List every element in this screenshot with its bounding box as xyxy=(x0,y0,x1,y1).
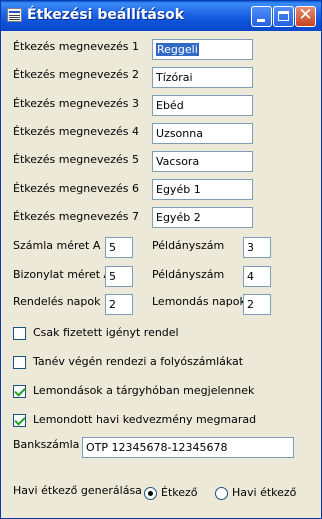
title-bar[interactable]: Étkezési beállítások ✕ xyxy=(1,1,321,31)
radio-monthly-eater[interactable] xyxy=(215,487,228,500)
bank-account-label: Bankszámla xyxy=(13,438,80,451)
settings-window: Étkezési beállítások ✕ Étkezés megnevezé… xyxy=(0,0,322,519)
invoice-copies-label: Példányszám xyxy=(152,239,225,252)
meal-label-6: Étkezés megnevezés 6 xyxy=(13,182,140,195)
radio-meal-eater-label: Étkező xyxy=(161,486,198,499)
invoice-size-label: Számla méret A xyxy=(13,239,101,252)
meal-label-7: Étkezés megnevezés 7 xyxy=(13,210,140,223)
discount-kept-checkbox[interactable] xyxy=(13,414,26,427)
close-icon: ✕ xyxy=(298,5,313,25)
paid-only-label: Csak fizetett igényt rendel xyxy=(33,326,179,339)
order-days-label: Rendelés napok xyxy=(13,295,101,308)
cancellations-show-label: Lemondások a tárgyhóban megjelennek xyxy=(33,384,255,397)
meal-label-5: Étkezés megnevezés 5 xyxy=(13,153,140,166)
year-end-settle-label: Tanév végén rendezi a folyószámlákat xyxy=(33,355,244,368)
meal-name-input-3[interactable]: Ebéd xyxy=(152,95,253,116)
invoice-size-input[interactable]: 5 xyxy=(105,237,133,258)
cancellations-show-checkbox[interactable] xyxy=(13,385,26,398)
meal-name-input-6[interactable]: Egyéb 1 xyxy=(152,179,253,200)
paid-only-checkbox[interactable] xyxy=(13,327,26,340)
app-icon xyxy=(7,8,22,22)
meal-name-input-2[interactable]: Tízórai xyxy=(152,67,253,88)
order-days-input[interactable]: 2 xyxy=(105,294,133,315)
maximize-button[interactable] xyxy=(273,6,294,27)
meal-name-input-5[interactable]: Vacsora xyxy=(152,151,253,172)
meal-name-input-4[interactable]: Uzsonna xyxy=(152,123,253,144)
invoice-copies-input[interactable]: 3 xyxy=(243,237,271,258)
cancel-days-input[interactable]: 2 xyxy=(243,294,271,315)
window-title: Étkezési beállítások xyxy=(27,7,185,23)
meal-label-3: Étkezés megnevezés 3 xyxy=(13,97,140,110)
year-end-settle-checkbox[interactable] xyxy=(13,356,26,369)
discount-kept-label: Lemondott havi kedvezmény megmarad xyxy=(33,413,257,426)
close-button[interactable]: ✕ xyxy=(295,5,316,27)
receipt-size-input[interactable]: 5 xyxy=(105,266,133,287)
radio-meal-eater[interactable] xyxy=(144,487,157,500)
minimize-button[interactable] xyxy=(251,6,272,27)
generation-label: Havi étkező generálása xyxy=(13,484,142,497)
meal-label-4: Étkezés megnevezés 4 xyxy=(13,125,140,138)
radio-monthly-eater-label: Havi étkező xyxy=(232,486,297,499)
meal-name-value-1: Reggeli xyxy=(156,43,199,56)
meal-name-input-1[interactable]: Reggeli xyxy=(152,39,253,60)
cancel-days-label: Lemondás napok xyxy=(152,295,246,308)
receipt-size-label: Bizonylat méret A xyxy=(13,268,112,281)
meal-label-2: Étkezés megnevezés 2 xyxy=(13,68,140,81)
meal-label-1: Étkezés megnevezés 1 xyxy=(13,40,140,53)
meal-name-input-7[interactable]: Egyéb 2 xyxy=(152,207,253,228)
receipt-copies-label: Példányszám xyxy=(152,268,225,281)
receipt-copies-input[interactable]: 4 xyxy=(243,266,271,287)
maximize-icon xyxy=(278,11,289,21)
bank-account-input[interactable]: OTP 12345678-12345678 xyxy=(82,437,294,458)
minimize-icon xyxy=(257,19,265,22)
